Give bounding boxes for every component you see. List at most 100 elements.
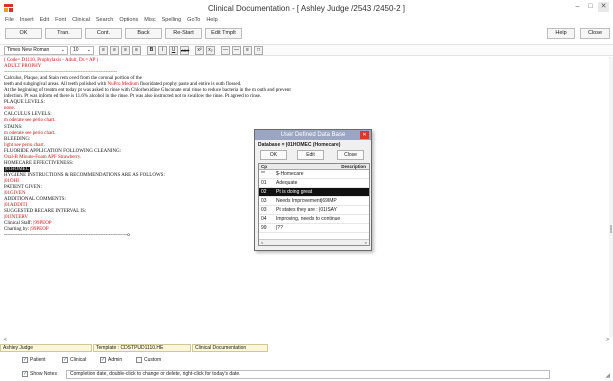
item-description: Improving, needs to continue — [276, 216, 341, 222]
item-description: |?? — [276, 225, 283, 231]
checkbox-clinical[interactable]: ✓ Clinical — [62, 357, 86, 363]
document-text: STAINS: — [4, 124, 23, 130]
minimize-button[interactable]: – — [572, 2, 583, 12]
ok-button[interactable]: OK — [5, 28, 42, 39]
checkbox-box[interactable]: ✓ — [22, 357, 28, 363]
list-horizontal-scrollbar[interactable]: < > — [259, 239, 369, 245]
list-item[interactable]: 04 Improving, needs to continue — [259, 215, 369, 224]
completion-date-field[interactable]: Completion date, double-click to change … — [66, 370, 550, 379]
user-defined-database-dialog: User Defined Data Base ✕ Database = |01H… — [254, 129, 372, 251]
scroll-right-icon[interactable]: > — [606, 337, 609, 344]
tran-button[interactable]: Tran. — [45, 28, 82, 39]
checkbox-custom[interactable]: Custom — [136, 357, 161, 363]
horizontal-scrollbar[interactable]: < > — [0, 337, 613, 344]
document-text: |01GIVEN — [4, 191, 26, 197]
header-code: Cp — [261, 164, 267, 169]
menu-edit[interactable]: Edit — [40, 16, 49, 25]
menu-help[interactable]: Help — [206, 16, 217, 25]
double-line-icon[interactable]: — — [232, 46, 241, 55]
menu-insert[interactable]: Insert — [20, 16, 34, 25]
underline-button[interactable]: U — [169, 46, 178, 55]
item-description: Pt states they are : |01ISAY — [276, 207, 337, 213]
dialog-edit-button[interactable]: Edit — [297, 150, 324, 160]
menu-font[interactable]: Font — [55, 16, 66, 25]
edit-template-button[interactable]: Edit Tmplt — [205, 28, 242, 39]
menu-spelling[interactable]: Spelling — [162, 16, 182, 25]
scroll-left-icon[interactable]: < — [4, 337, 7, 344]
selected-field-code: |01HOMEC — [4, 166, 31, 172]
item-code: 99 — [261, 225, 267, 231]
menu-search[interactable]: Search — [96, 16, 113, 25]
checkbox-box[interactable] — [136, 357, 142, 363]
font-select[interactable]: Times New Roman ⌄ — [4, 46, 68, 55]
list-item[interactable]: 99 |?? — [259, 224, 369, 233]
font-size-select[interactable]: 10 ⌄ — [70, 46, 94, 55]
line-icon[interactable]: — — [221, 46, 230, 55]
italic-button[interactable]: I — [158, 46, 167, 55]
document-text: |99PEOP — [30, 227, 49, 233]
maximize-button[interactable]: □ — [585, 2, 596, 12]
scroll-left-icon[interactable]: < — [261, 240, 263, 246]
close-window-button[interactable]: ✕ — [598, 2, 609, 12]
document-text: NuPro Medium — [107, 82, 139, 88]
list-item[interactable]: 02 Pt is doing great — [259, 188, 369, 197]
checkbox-box[interactable]: ✓ — [100, 357, 106, 363]
item-description: $-Homecare — [276, 171, 304, 177]
checkbox-label: Patient — [30, 357, 46, 363]
show-notes-label: Show Notes — [30, 371, 57, 377]
justify-icon[interactable]: ≡ — [132, 46, 141, 55]
menu-options[interactable]: Options — [119, 16, 138, 25]
document-text: Oral-B Minute-Foam APF Strawberry. — [4, 154, 82, 160]
strikethrough-button[interactable]: ABC — [180, 46, 189, 55]
list-item[interactable]: 03 Pt states they are : |01ISAY — [259, 206, 369, 215]
menu-misc[interactable]: Misc — [144, 16, 155, 25]
resize-grip-icon[interactable]: ◢ — [605, 372, 610, 379]
menu-file[interactable]: File — [5, 16, 14, 25]
close-button[interactable]: Close — [580, 28, 610, 39]
dialog-ok-button[interactable]: OK — [260, 150, 287, 160]
dialog-close-button[interactable]: Close — [337, 150, 364, 160]
show-notes-checkbox[interactable]: ✓ Show Notes — [22, 371, 57, 377]
action-toolbar: OK Tran. Cont. Back Re-Start Edit Tmplt … — [0, 27, 613, 41]
document-text: |01ADDITI — [4, 203, 28, 209]
document-text: |01INTERV — [4, 215, 28, 221]
bold-button[interactable]: B — [147, 46, 156, 55]
box-icon[interactable]: □ — [254, 46, 263, 55]
align-left-icon[interactable]: ≡ — [99, 46, 108, 55]
superscript-button[interactable]: x² — [195, 46, 204, 55]
window-title: Clinical Documentation - [ Ashley Judge … — [207, 4, 405, 13]
back-button[interactable]: Back — [125, 28, 162, 39]
font-size-value: 10 — [73, 47, 79, 53]
scroll-right-icon[interactable]: > — [365, 240, 367, 246]
document-text: m oderate see perio chart. — [4, 130, 56, 136]
document-text: CALCULUS LEVELS: — [4, 112, 52, 118]
document-text: m oderate see perio chart. — [4, 118, 56, 124]
list-icon[interactable]: ≡ — [243, 46, 252, 55]
align-center-icon[interactable]: ≡ — [110, 46, 119, 55]
scroll-thumb[interactable] — [610, 225, 612, 233]
list-item[interactable]: 03 Needs Improvement|69IMP — [259, 197, 369, 206]
checkbox-box[interactable]: ✓ — [62, 357, 68, 363]
document-text: At the beginning of treatm ent today pt … — [4, 88, 291, 94]
restart-button[interactable]: Re-Start — [165, 28, 202, 39]
subscript-button[interactable]: x₂ — [206, 46, 215, 55]
menu-clinical[interactable]: Clinical — [72, 16, 90, 25]
list-item[interactable]: 01 Adequate — [259, 179, 369, 188]
filter-checkboxes: ✓ Patient ✓ Clinical ✓ Admin Custom — [0, 355, 613, 366]
align-right-icon[interactable]: ≡ — [121, 46, 130, 55]
checkbox-patient[interactable]: ✓ Patient — [22, 357, 46, 363]
document-text: PATIENT GIVEN: — [4, 184, 42, 190]
cont-button[interactable]: Cont. — [85, 28, 122, 39]
document-text: Charting by: — [4, 227, 31, 233]
vertical-scrollbar[interactable] — [609, 57, 613, 337]
list-item[interactable]: ** $-Homecare — [259, 170, 369, 179]
database-list[interactable]: Cp Description ** $-Homecare 01 Adequate 02 P… — [258, 163, 370, 246]
checkbox-admin[interactable]: ✓ Admin — [100, 357, 122, 363]
item-code: ** — [261, 171, 265, 177]
document-text: SUGGESTED RECARE INTERVAL IS: — [4, 209, 87, 215]
menu-goto[interactable]: GoTo — [187, 16, 200, 25]
document-text: ----------------------------------------… — [4, 70, 118, 76]
help-button[interactable]: Help — [547, 28, 575, 39]
checkbox-box[interactable]: ✓ — [22, 371, 28, 377]
dialog-close-icon[interactable]: ✕ — [360, 131, 369, 139]
